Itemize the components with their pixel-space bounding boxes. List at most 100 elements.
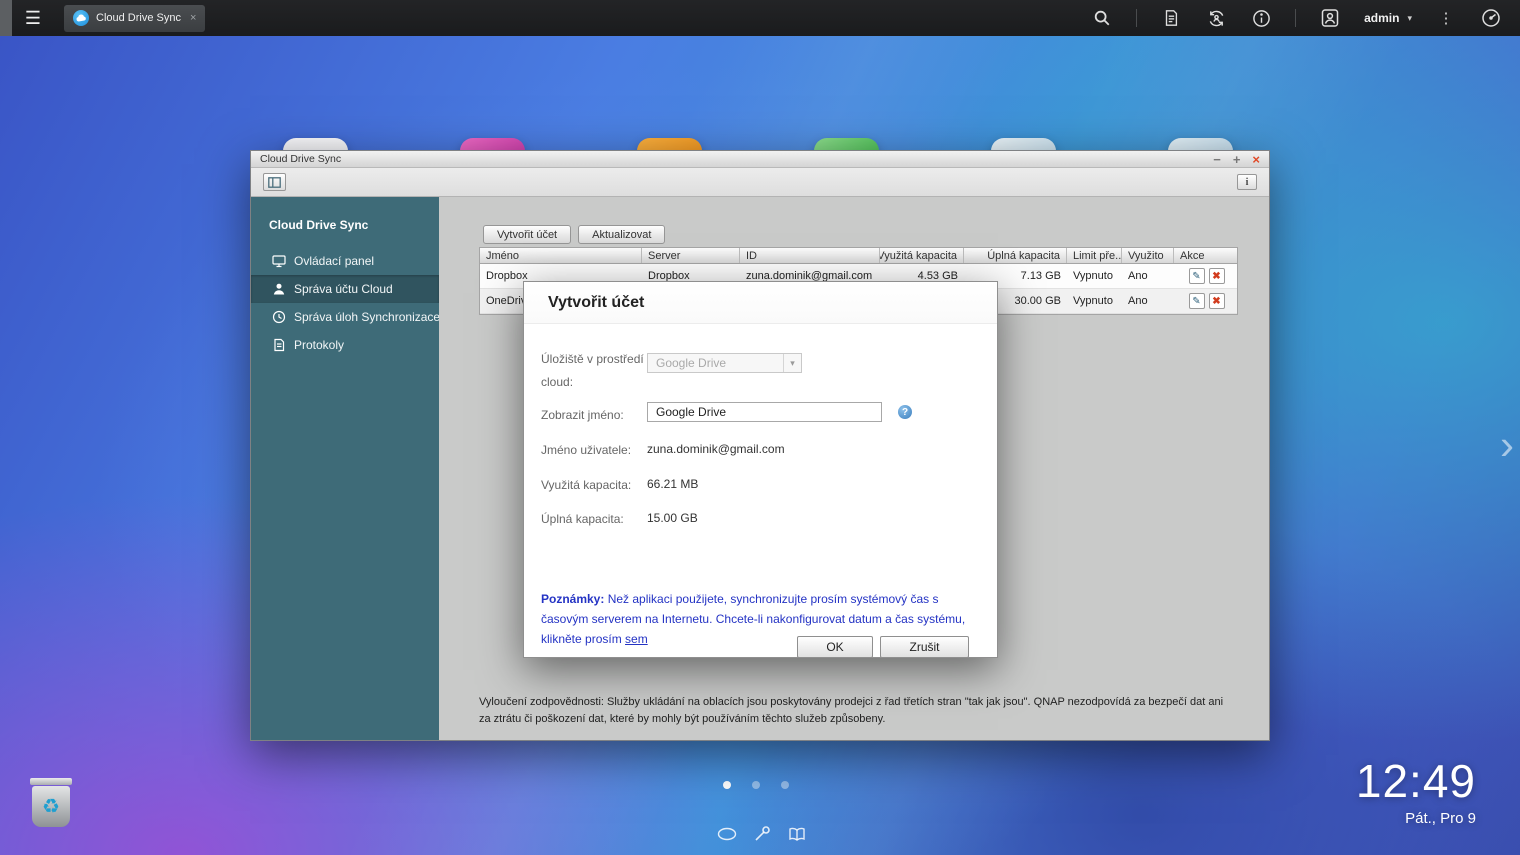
caret-down-icon: ▾: [1407, 13, 1412, 24]
username-value: zuna.dominik@gmail.com: [647, 442, 785, 456]
column-header-vyuzito[interactable]: Využito: [1122, 248, 1174, 263]
sidebar-item-label: Ovládací panel: [294, 254, 374, 268]
tab-label: Cloud Drive Sync: [96, 12, 181, 24]
log-document-icon: [272, 338, 286, 352]
admin-menu[interactable]: admin ▾: [1364, 11, 1412, 25]
window-titlebar[interactable]: Cloud Drive Sync − + ×: [251, 151, 1269, 168]
column-header-jmeno[interactable]: Jméno: [480, 248, 642, 263]
background-tasks-icon[interactable]: [1160, 7, 1182, 29]
sidebar-item-label: Správa úloh Synchronizace: [294, 310, 440, 324]
sidebar-item-ovladaci-panel[interactable]: Ovládací panel: [251, 247, 439, 275]
window-info-button[interactable]: i: [1237, 174, 1257, 190]
window-toolbar: i: [251, 168, 1269, 197]
used-capacity-value: 66.21 MB: [647, 477, 698, 491]
cancel-button[interactable]: Zrušit: [880, 636, 969, 658]
recycle-bin-lid: [30, 778, 72, 785]
select-arrow-icon: ▾: [783, 354, 801, 372]
more-options-icon[interactable]: ⋮: [1435, 7, 1457, 29]
delete-account-icon[interactable]: ✖: [1209, 293, 1225, 309]
cloud-app-icon: [73, 10, 89, 26]
close-icon[interactable]: ×: [1252, 153, 1260, 166]
external-device-icon[interactable]: [1205, 7, 1227, 29]
maximize-icon[interactable]: +: [1233, 153, 1241, 166]
table-header-row: Jméno Server ID Využitá kapacita Úplná k…: [480, 248, 1237, 264]
page-dot-2[interactable]: [752, 781, 760, 789]
username-label: Jméno uživatele:: [541, 439, 653, 462]
desktop-page-dots: [723, 781, 789, 789]
search-icon[interactable]: [1091, 7, 1113, 29]
window-controls: − + ×: [1213, 153, 1260, 166]
topbar-right-cluster: admin ▾ ⋮: [1091, 7, 1520, 29]
used-capacity-label: Využitá kapacita:: [541, 474, 653, 497]
page-dot-3[interactable]: [781, 781, 789, 789]
cell-in-use: Ano: [1122, 295, 1174, 307]
clock-date: Pát., Pro 9: [1356, 810, 1476, 827]
storage-label: Úložiště v prostředí cloud:: [541, 348, 653, 394]
help-icon[interactable]: ?: [898, 405, 912, 419]
caret-down-glyph: ▾: [790, 358, 795, 369]
disclaimer-text: Vyloučení zodpovědnosti: Služby ukládání…: [479, 694, 1231, 727]
dots-vertical-glyph: ⋮: [1439, 9, 1454, 27]
tab-cloud-drive-sync[interactable]: Cloud Drive Sync ×: [64, 5, 205, 32]
monitor-icon: [272, 254, 286, 268]
next-desktop-chevron-icon[interactable]: ›: [1500, 424, 1514, 466]
create-account-button[interactable]: Vytvořit účet: [483, 225, 571, 244]
sidebar-item-label: Správa účtu Cloud: [294, 282, 393, 296]
admin-label: admin: [1364, 11, 1399, 25]
utilities-icon[interactable]: [752, 824, 772, 844]
cell-in-use: Ano: [1122, 270, 1174, 282]
user-icon: [272, 282, 286, 296]
sidebar-item-sprava-uctu-cloud[interactable]: Správa účtu Cloud: [251, 275, 439, 303]
sidebar-item-label: Protokoly: [294, 338, 344, 352]
create-account-dialog: Vytvořit účet Úložiště v prostředí cloud…: [523, 281, 998, 658]
column-header-vyuzita-kapacita[interactable]: Využitá kapacita: [880, 248, 964, 263]
display-name-input[interactable]: [647, 402, 882, 422]
user-profile-icon[interactable]: [1319, 7, 1341, 29]
column-header-limit[interactable]: Limit pře...: [1067, 248, 1122, 263]
cell-limit: Vypnuto: [1067, 295, 1122, 307]
column-header-server[interactable]: Server: [642, 248, 740, 263]
desktop-dock: [717, 824, 807, 844]
cloud-storage-select[interactable]: Google Drive ▾: [647, 353, 802, 373]
total-capacity-value: 15.00 GB: [647, 511, 698, 525]
clock-time: 12:49: [1356, 758, 1476, 804]
dashboard-icon[interactable]: [1480, 7, 1502, 29]
divider: [1295, 9, 1296, 27]
total-capacity-label: Úplná kapacita:: [541, 508, 653, 531]
ok-button[interactable]: OK: [797, 636, 873, 658]
column-header-akce[interactable]: Akce: [1174, 248, 1239, 263]
top-bar: ☰ Cloud Drive Sync ×: [0, 0, 1520, 36]
note-link[interactable]: sem: [625, 632, 648, 646]
edit-account-icon[interactable]: ✎: [1189, 268, 1205, 284]
myqnapcloud-icon[interactable]: [717, 824, 737, 844]
recycle-bin-body: ♻: [32, 786, 70, 827]
sidebar-item-protokoly[interactable]: Protokoly: [251, 331, 439, 359]
sidebar-item-sprava-uloh-synchronizace[interactable]: Správa úloh Synchronizace: [251, 303, 439, 331]
select-value: Google Drive: [656, 356, 726, 370]
divider: [1136, 9, 1137, 27]
edit-account-icon[interactable]: ✎: [1189, 293, 1205, 309]
main-menu-button[interactable]: ☰: [12, 0, 54, 36]
display-name-label: Zobrazit jméno:: [541, 404, 653, 427]
column-header-uplna-kapacita[interactable]: Úplná kapacita: [964, 248, 1067, 263]
cell-actions: ✎ ✖: [1174, 293, 1239, 309]
refresh-button[interactable]: Aktualizovat: [578, 225, 665, 244]
window-title: Cloud Drive Sync: [260, 153, 341, 165]
account-actions: Vytvořit účet Aktualizovat: [483, 225, 665, 244]
info-glyph: i: [1246, 177, 1249, 188]
column-header-id[interactable]: ID: [740, 248, 880, 263]
delete-account-icon[interactable]: ✖: [1209, 268, 1225, 284]
sidebar-header: Cloud Drive Sync: [251, 197, 439, 247]
minimize-icon[interactable]: −: [1213, 153, 1221, 166]
window-sidebar: Cloud Drive Sync Ovládací panel: [251, 197, 439, 740]
tab-close-icon[interactable]: ×: [190, 12, 196, 24]
notifications-info-icon[interactable]: [1250, 7, 1272, 29]
recycle-bin[interactable]: ♻: [28, 778, 74, 834]
page-dot-1[interactable]: [723, 781, 731, 789]
dialog-title: Vytvořit účet: [524, 282, 997, 324]
sidebar-toggle-button[interactable]: [263, 173, 286, 191]
manual-icon[interactable]: [787, 824, 807, 844]
desktop-clock: 12:49 Pát., Pro 9: [1356, 758, 1476, 827]
recycle-icon: ♻: [42, 794, 60, 819]
hamburger-icon: ☰: [25, 8, 41, 29]
